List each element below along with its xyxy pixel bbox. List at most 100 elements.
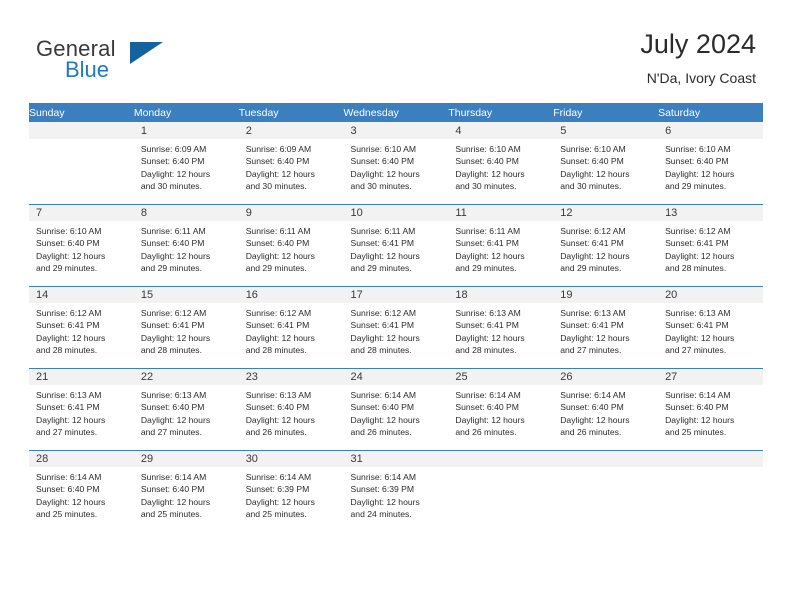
day-number[interactable]: 23 xyxy=(238,368,344,385)
sunrise-text: Sunrise: 6:12 AM xyxy=(36,308,102,318)
day-number[interactable]: 28 xyxy=(29,450,134,467)
sunrise-text: Sunrise: 6:12 AM xyxy=(665,226,731,236)
daylight-text-line2: and 29 minutes. xyxy=(350,263,412,274)
day-number[interactable]: 31 xyxy=(343,450,449,467)
weekday-header-thursday: Thursday xyxy=(448,103,554,122)
day-number[interactable]: 9 xyxy=(238,204,344,221)
daylight-text-line1: Daylight: 12 hours xyxy=(455,414,525,425)
week-details-row: Sunrise: 6:13 AM Sunset: 6:41 PM Daylight:… xyxy=(29,385,763,448)
sunset-text: Sunset: 6:41 PM xyxy=(665,238,729,249)
day-number[interactable]: 4 xyxy=(448,122,554,139)
day-sun-details: Sunrise: 6:13 AM Sunset: 6:41 PM Daylight:… xyxy=(553,303,659,366)
day-number-empty xyxy=(553,450,659,467)
daylight-text-line1: Daylight: 12 hours xyxy=(560,414,630,425)
day-sun-details: Sunrise: 6:14 AM Sunset: 6:39 PM Daylight:… xyxy=(238,467,344,530)
day-number[interactable]: 12 xyxy=(553,204,659,221)
day-number[interactable]: 16 xyxy=(238,286,344,303)
day-number[interactable]: 1 xyxy=(133,122,239,139)
sunrise-text: Sunrise: 6:14 AM xyxy=(350,472,416,482)
daylight-text-line2: and 28 minutes. xyxy=(140,345,202,356)
sunrise-text: Sunrise: 6:14 AM xyxy=(665,390,731,400)
day-number[interactable]: 30 xyxy=(238,450,344,467)
daylight-text-line1: Daylight: 12 hours xyxy=(665,250,735,261)
weekday-header-saturday: Saturday xyxy=(658,103,763,122)
daylight-text-line2: and 25 minutes. xyxy=(36,509,98,520)
sunrise-text: Sunrise: 6:14 AM xyxy=(245,472,312,482)
sunset-text: Sunset: 6:41 PM xyxy=(560,320,624,331)
sunset-text: Sunset: 6:40 PM xyxy=(140,484,205,495)
sunset-text: Sunset: 6:41 PM xyxy=(36,402,100,413)
day-number[interactable]: 8 xyxy=(133,204,239,221)
day-number[interactable]: 11 xyxy=(448,204,554,221)
daylight-text-line1: Daylight: 12 hours xyxy=(245,250,315,261)
sunset-text: Sunset: 6:40 PM xyxy=(560,402,624,413)
daylight-text-line2: and 30 minutes. xyxy=(140,181,202,192)
triangle-flag-icon xyxy=(130,42,163,64)
sunrise-text: Sunrise: 6:13 AM xyxy=(36,390,102,400)
daylight-text-line2: and 30 minutes. xyxy=(245,181,307,192)
day-number[interactable]: 27 xyxy=(658,368,763,385)
day-sun-details-empty xyxy=(553,467,659,530)
daylight-text-line1: Daylight: 12 hours xyxy=(36,332,106,343)
day-sun-details: Sunrise: 6:13 AM Sunset: 6:41 PM Daylight:… xyxy=(29,385,134,448)
daylight-text-line1: Daylight: 12 hours xyxy=(245,414,315,425)
day-number[interactable]: 24 xyxy=(343,368,449,385)
day-number[interactable]: 18 xyxy=(448,286,554,303)
sunset-text: Sunset: 6:40 PM xyxy=(245,238,310,249)
day-number[interactable]: 17 xyxy=(343,286,449,303)
day-sun-details: Sunrise: 6:11 AM Sunset: 6:41 PM Daylight:… xyxy=(448,221,554,284)
daylight-text-line2: and 26 minutes. xyxy=(245,427,307,438)
day-number[interactable]: 26 xyxy=(553,368,659,385)
sun-times-calendar-table: Sunday Monday Tuesday Wednesday Thursday… xyxy=(29,103,763,530)
day-sun-details-empty xyxy=(448,467,554,530)
day-number-empty xyxy=(658,450,763,467)
day-number[interactable]: 2 xyxy=(238,122,344,139)
day-number[interactable]: 22 xyxy=(133,368,239,385)
brand-logo[interactable]: General Blue xyxy=(36,36,256,88)
daylight-text-line2: and 25 minutes. xyxy=(140,509,202,520)
day-number[interactable]: 20 xyxy=(658,286,763,303)
sunrise-text: Sunrise: 6:14 AM xyxy=(140,472,207,482)
daylight-text-line1: Daylight: 12 hours xyxy=(560,332,630,343)
sunrise-text: Sunrise: 6:14 AM xyxy=(455,390,521,400)
daylight-text-line2: and 28 minutes. xyxy=(245,345,307,356)
sunrise-text: Sunrise: 6:14 AM xyxy=(350,390,416,400)
daylight-text-line1: Daylight: 12 hours xyxy=(350,332,420,343)
day-sun-details: Sunrise: 6:13 AM Sunset: 6:40 PM Daylight:… xyxy=(133,385,239,448)
day-number[interactable]: 25 xyxy=(448,368,554,385)
day-sun-details: Sunrise: 6:10 AM Sunset: 6:40 PM Daylight:… xyxy=(658,139,763,202)
week-details-row: Sunrise: 6:12 AM Sunset: 6:41 PM Daylight:… xyxy=(29,303,763,366)
sunset-text: Sunset: 6:40 PM xyxy=(36,484,100,495)
sunset-text: Sunset: 6:40 PM xyxy=(140,238,205,249)
day-sun-details: Sunrise: 6:12 AM Sunset: 6:41 PM Daylight:… xyxy=(343,303,449,366)
day-number[interactable]: 6 xyxy=(658,122,763,139)
day-sun-details: Sunrise: 6:14 AM Sunset: 6:40 PM Daylight:… xyxy=(29,467,134,530)
day-number[interactable]: 3 xyxy=(343,122,449,139)
day-number[interactable]: 5 xyxy=(553,122,659,139)
daylight-text-line1: Daylight: 12 hours xyxy=(140,332,211,343)
weekday-header-tuesday: Tuesday xyxy=(238,103,344,122)
sunset-text: Sunset: 6:40 PM xyxy=(245,402,310,413)
sunrise-text: Sunrise: 6:11 AM xyxy=(140,226,206,236)
day-sun-details: Sunrise: 6:10 AM Sunset: 6:40 PM Daylight:… xyxy=(343,139,449,202)
daylight-text-line1: Daylight: 12 hours xyxy=(140,250,211,261)
day-number[interactable]: 13 xyxy=(658,204,763,221)
day-number[interactable]: 10 xyxy=(343,204,449,221)
sunrise-text: Sunrise: 6:11 AM xyxy=(455,226,521,236)
day-number[interactable]: 21 xyxy=(29,368,134,385)
day-sun-details: Sunrise: 6:13 AM Sunset: 6:41 PM Daylight:… xyxy=(448,303,554,366)
day-number[interactable]: 29 xyxy=(133,450,239,467)
sunrise-text: Sunrise: 6:10 AM xyxy=(455,144,521,154)
daylight-text-line2: and 27 minutes. xyxy=(665,345,727,356)
day-number[interactable]: 7 xyxy=(29,204,134,221)
sunset-text: Sunset: 6:40 PM xyxy=(140,156,205,167)
day-number[interactable]: 19 xyxy=(553,286,659,303)
week-daynumber-row: 21 22 23 24 25 26 27 xyxy=(29,368,763,385)
day-number[interactable]: 14 xyxy=(29,286,134,303)
daylight-text-line1: Daylight: 12 hours xyxy=(350,168,420,179)
daylight-text-line2: and 25 minutes. xyxy=(245,509,307,520)
daylight-text-line1: Daylight: 12 hours xyxy=(665,332,735,343)
day-number[interactable]: 15 xyxy=(133,286,239,303)
sunset-text: Sunset: 6:41 PM xyxy=(350,238,415,249)
daylight-text-line1: Daylight: 12 hours xyxy=(140,496,211,507)
